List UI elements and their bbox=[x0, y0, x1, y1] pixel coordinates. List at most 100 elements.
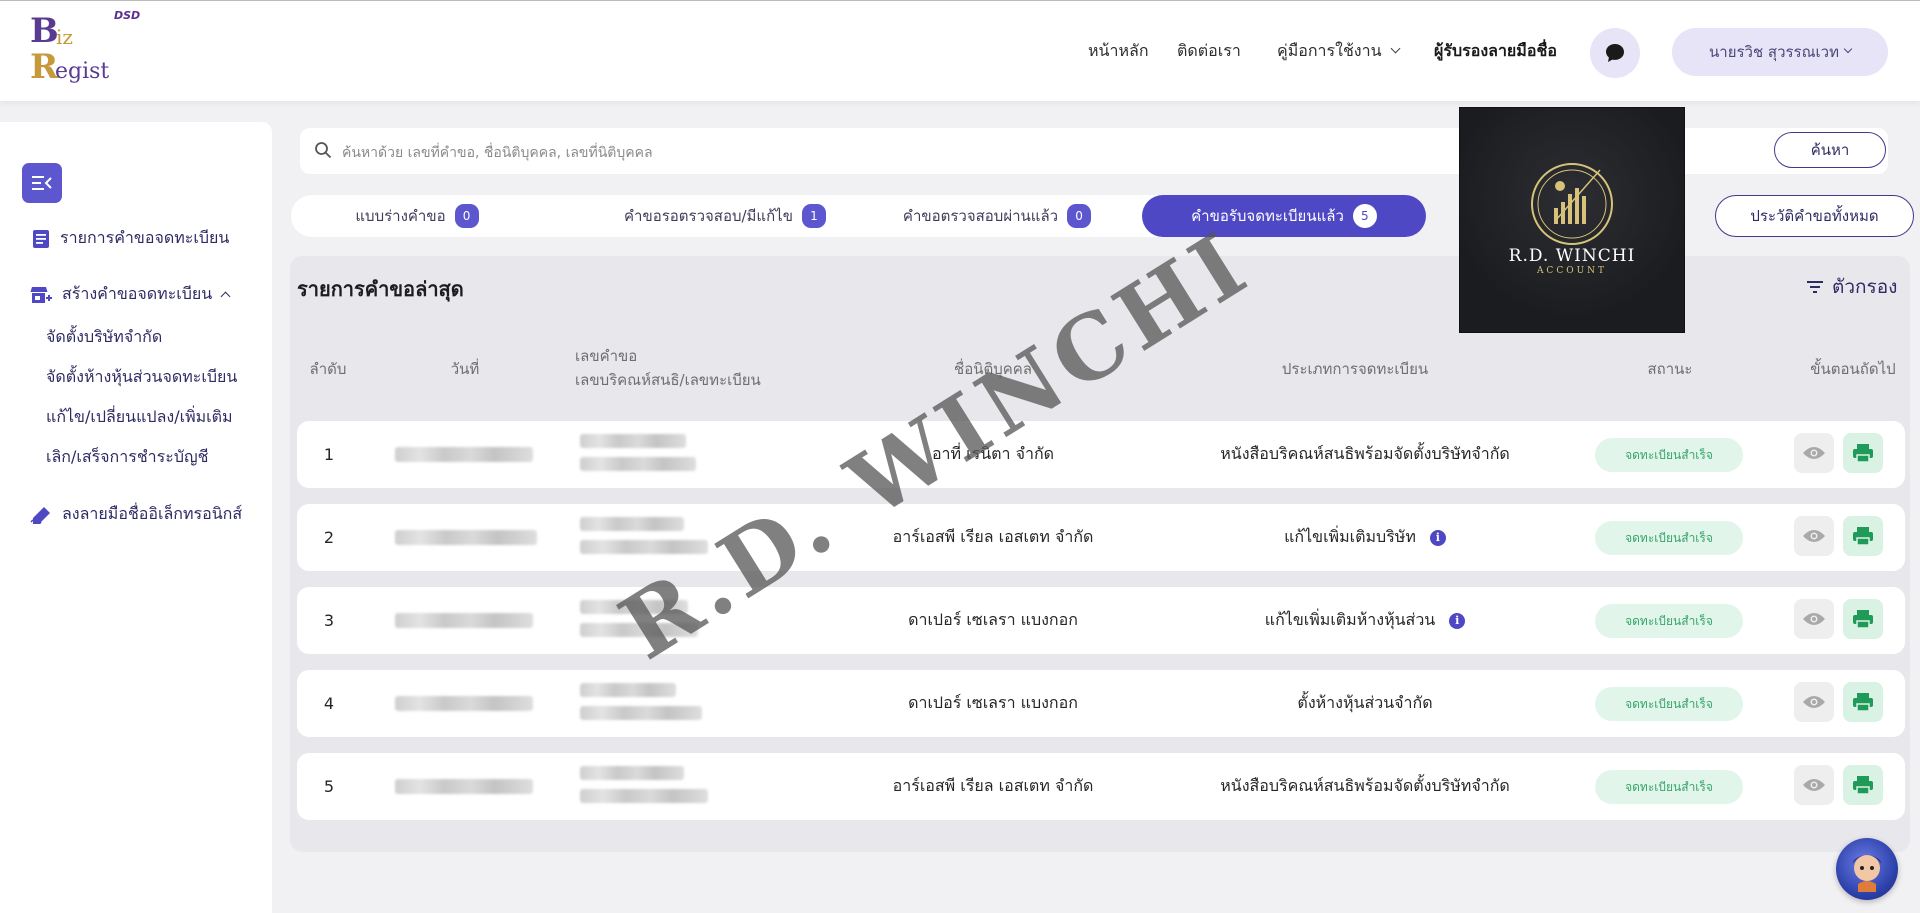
print-button[interactable] bbox=[1843, 433, 1883, 473]
sidebar-item-label: สร้างคำขอจดทะเบียน bbox=[62, 284, 213, 303]
panel-title: รายการคำขอล่าสุด bbox=[297, 277, 464, 301]
print-button[interactable] bbox=[1843, 516, 1883, 556]
view-button[interactable] bbox=[1794, 599, 1834, 639]
print-button[interactable] bbox=[1843, 682, 1883, 722]
row-registration-type: แก้ไขเพิ่มเติมห้างหุ้นส่วน i bbox=[1185, 587, 1545, 654]
nav-contact[interactable]: ติดต่อเรา bbox=[1177, 39, 1241, 64]
tab-draft[interactable]: แบบร่างคำขอ 0 bbox=[291, 195, 543, 237]
table-row[interactable]: 5 อาร์เอสพี เรียล เอสเตท จำกัด หนังสือบร… bbox=[297, 753, 1905, 820]
row-order: 1 bbox=[323, 445, 335, 464]
count-badge: 0 bbox=[1067, 204, 1092, 228]
overlay-logo-name: R.D. WINCHI bbox=[1508, 246, 1636, 266]
row-entity-name: ดาเปอร์ เซเลรา แบงกอก bbox=[908, 693, 1078, 712]
chevron-down-icon bbox=[1843, 44, 1853, 54]
table-row[interactable]: 4 ดาเปอร์ เซเลรา แบงกอก ตั้งห้างหุ้นส่วน… bbox=[297, 670, 1905, 737]
sidebar-subitem-amend[interactable]: แก้ไข/เปลี่ยนแปลง/เพิ่มเติม bbox=[46, 405, 233, 430]
row-entity-name: ดาเปอร์ เซเลรา แบงกอก bbox=[908, 610, 1078, 629]
sidebar-item-label: รายการคำขอจดทะเบียน bbox=[60, 228, 230, 247]
chat-button[interactable] bbox=[1590, 28, 1640, 78]
sidebar-collapse-button[interactable] bbox=[22, 163, 62, 203]
row-registration-type-label: หนังสือบริคณห์สนธิพร้อมจัดตั้งบริษัทจำกั… bbox=[1220, 444, 1510, 463]
table-row[interactable]: 2 อาร์เอสพี เรียล เอสเตท จำกัด แก้ไขเพิ่… bbox=[297, 504, 1905, 571]
redacted-request-no bbox=[580, 434, 686, 448]
sidebar-item-label: ลงลายมือชื่ออิเล็กทรอนิกส์ bbox=[62, 504, 243, 523]
overlay-logo-sub: ACCOUNT bbox=[1536, 266, 1608, 276]
sidebar-item-request-list[interactable]: รายการคำขอจดทะเบียน bbox=[32, 226, 229, 251]
table-row[interactable]: 1 อาที่ เรนิตา จำกัด หนังสือบริคณห์สนธิพ… bbox=[297, 421, 1905, 488]
sidebar-subitem-liquidation[interactable]: เลิก/เสร็จการชำระบัญชี bbox=[46, 445, 209, 470]
row-order: 3 bbox=[323, 611, 335, 630]
status-badge: จดทะเบียนสำเร็จ bbox=[1595, 521, 1743, 555]
sidebar-item-esign[interactable]: ลงลายมือชื่ออิเล็กทรอนิกส์ bbox=[30, 502, 242, 527]
user-menu-button[interactable]: นายรวิช สุวรรณเวท bbox=[1672, 28, 1888, 76]
tab-label: คำขอรอตรวจสอบ/มีแก้ไข bbox=[624, 207, 793, 225]
redacted-registration-no bbox=[580, 457, 696, 471]
menu-collapse-icon bbox=[32, 176, 52, 190]
redacted-request-no bbox=[580, 683, 676, 697]
tab-reviewed[interactable]: คำขอตรวจสอบผ่านแล้ว 0 bbox=[881, 195, 1113, 237]
view-button[interactable] bbox=[1794, 765, 1834, 805]
redacted-request-no bbox=[580, 517, 684, 531]
history-button[interactable]: ประวัติคำขอทั้งหมด bbox=[1715, 195, 1914, 237]
redacted-registration-no bbox=[580, 706, 702, 720]
printer-icon bbox=[1853, 444, 1873, 463]
eye-icon bbox=[1803, 696, 1825, 708]
view-button[interactable] bbox=[1794, 516, 1834, 556]
print-button[interactable] bbox=[1843, 599, 1883, 639]
sidebar-item-create-request[interactable]: สร้างคำขอจดทะเบียน bbox=[30, 282, 231, 307]
signature-pen-icon bbox=[30, 506, 52, 524]
tab-pending-review[interactable]: คำขอรอตรวจสอบ/มีแก้ไข 1 bbox=[594, 195, 856, 237]
top-header: DSD B iz R egist หน้าหลัก ติดต่อเรา คู่ม… bbox=[0, 0, 1920, 101]
redacted-date bbox=[395, 779, 533, 794]
row-entity-name: อาร์เอสพี เรียล เอสเตท จำกัด bbox=[892, 776, 1094, 795]
count-badge: 1 bbox=[801, 204, 826, 228]
printer-icon bbox=[1853, 610, 1873, 629]
sidebar-subitem-partnership[interactable]: จัดตั้งห้างหุ้นส่วนจดทะเบียน bbox=[46, 365, 237, 390]
rd-winchi-logo-overlay: R.D. WINCHI ACCOUNT bbox=[1460, 108, 1684, 332]
row-order: 2 bbox=[323, 528, 335, 547]
sidebar-subitem-company[interactable]: จัดตั้งบริษัทจำกัด bbox=[46, 325, 162, 350]
nav-home[interactable]: หน้าหลัก bbox=[1088, 39, 1149, 64]
bizregist-logo[interactable]: DSD B iz R egist bbox=[28, 7, 148, 89]
info-icon[interactable]: i bbox=[1429, 529, 1446, 546]
row-registration-type: หนังสือบริคณห์สนธิพร้อมจัดตั้งบริษัทจำกั… bbox=[1185, 421, 1545, 488]
col-header-request-no-line1: เลขคำขอ bbox=[575, 347, 638, 365]
col-header-order: ลำดับ bbox=[309, 360, 347, 378]
status-badge: จดทะเบียนสำเร็จ bbox=[1595, 604, 1743, 638]
nav-manual[interactable]: คู่มือการใช้งาน bbox=[1277, 39, 1400, 64]
row-order: 5 bbox=[323, 777, 335, 796]
tab-label: คำขอตรวจสอบผ่านแล้ว bbox=[902, 207, 1059, 225]
table-row[interactable]: 3 ดาเปอร์ เซเลรา แบงกอก แก้ไขเพิ่มเติมห้… bbox=[297, 587, 1905, 654]
dsd-mark: DSD bbox=[114, 9, 141, 22]
logo-text-iz: iz bbox=[56, 25, 73, 49]
status-badge: จดทะเบียนสำเร็จ bbox=[1595, 438, 1743, 472]
chat-bubble-icon bbox=[1606, 44, 1624, 62]
info-icon[interactable]: i bbox=[1449, 612, 1466, 629]
search-button[interactable]: ค้นหา bbox=[1774, 132, 1886, 168]
search-icon bbox=[314, 141, 332, 163]
assistant-chat-button[interactable] bbox=[1836, 838, 1898, 900]
logo-text-egist: egist bbox=[55, 59, 110, 84]
chevron-down-icon bbox=[1390, 43, 1400, 54]
view-button[interactable] bbox=[1794, 433, 1834, 473]
row-entity-name: อาร์เอสพี เรียล เอสเตท จำกัด bbox=[892, 527, 1094, 546]
col-header-next-step: ขั้นตอนถัดไป bbox=[1810, 360, 1896, 378]
redacted-registration-no bbox=[580, 789, 708, 803]
col-header-request-no-line2: เลขบริคณห์สนธิ/เลขทะเบียน bbox=[575, 371, 761, 389]
emblem-icon bbox=[1531, 163, 1613, 245]
filter-button[interactable]: ตัวกรอง bbox=[1806, 272, 1897, 302]
row-registration-type: แก้ไขเพิ่มเติมบริษัท i bbox=[1185, 504, 1545, 571]
redacted-date bbox=[395, 447, 533, 462]
eye-icon bbox=[1803, 779, 1825, 791]
print-button[interactable] bbox=[1843, 765, 1883, 805]
col-header-request-no: เลขคำขอ เลขบริคณห์สนธิ/เลขทะเบียน bbox=[575, 344, 761, 392]
view-button[interactable] bbox=[1794, 682, 1834, 722]
search-input[interactable]: ค้นหาด้วย เลขที่คำขอ, ชื่อนิติบุคคล, เลข… bbox=[342, 142, 653, 164]
nav-certifier[interactable]: ผู้รับรองลายมือชื่อ bbox=[1434, 39, 1557, 64]
assistant-mascot-icon bbox=[1852, 855, 1882, 892]
row-registration-type-label: ตั้งห้างหุ้นส่วนจำกัด bbox=[1297, 693, 1433, 712]
row-registration-type-label: หนังสือบริคณห์สนธิพร้อมจัดตั้งบริษัทจำกั… bbox=[1220, 776, 1510, 795]
eye-icon bbox=[1803, 530, 1825, 542]
col-header-date: วันที่ bbox=[450, 360, 480, 378]
redacted-date bbox=[395, 530, 537, 545]
